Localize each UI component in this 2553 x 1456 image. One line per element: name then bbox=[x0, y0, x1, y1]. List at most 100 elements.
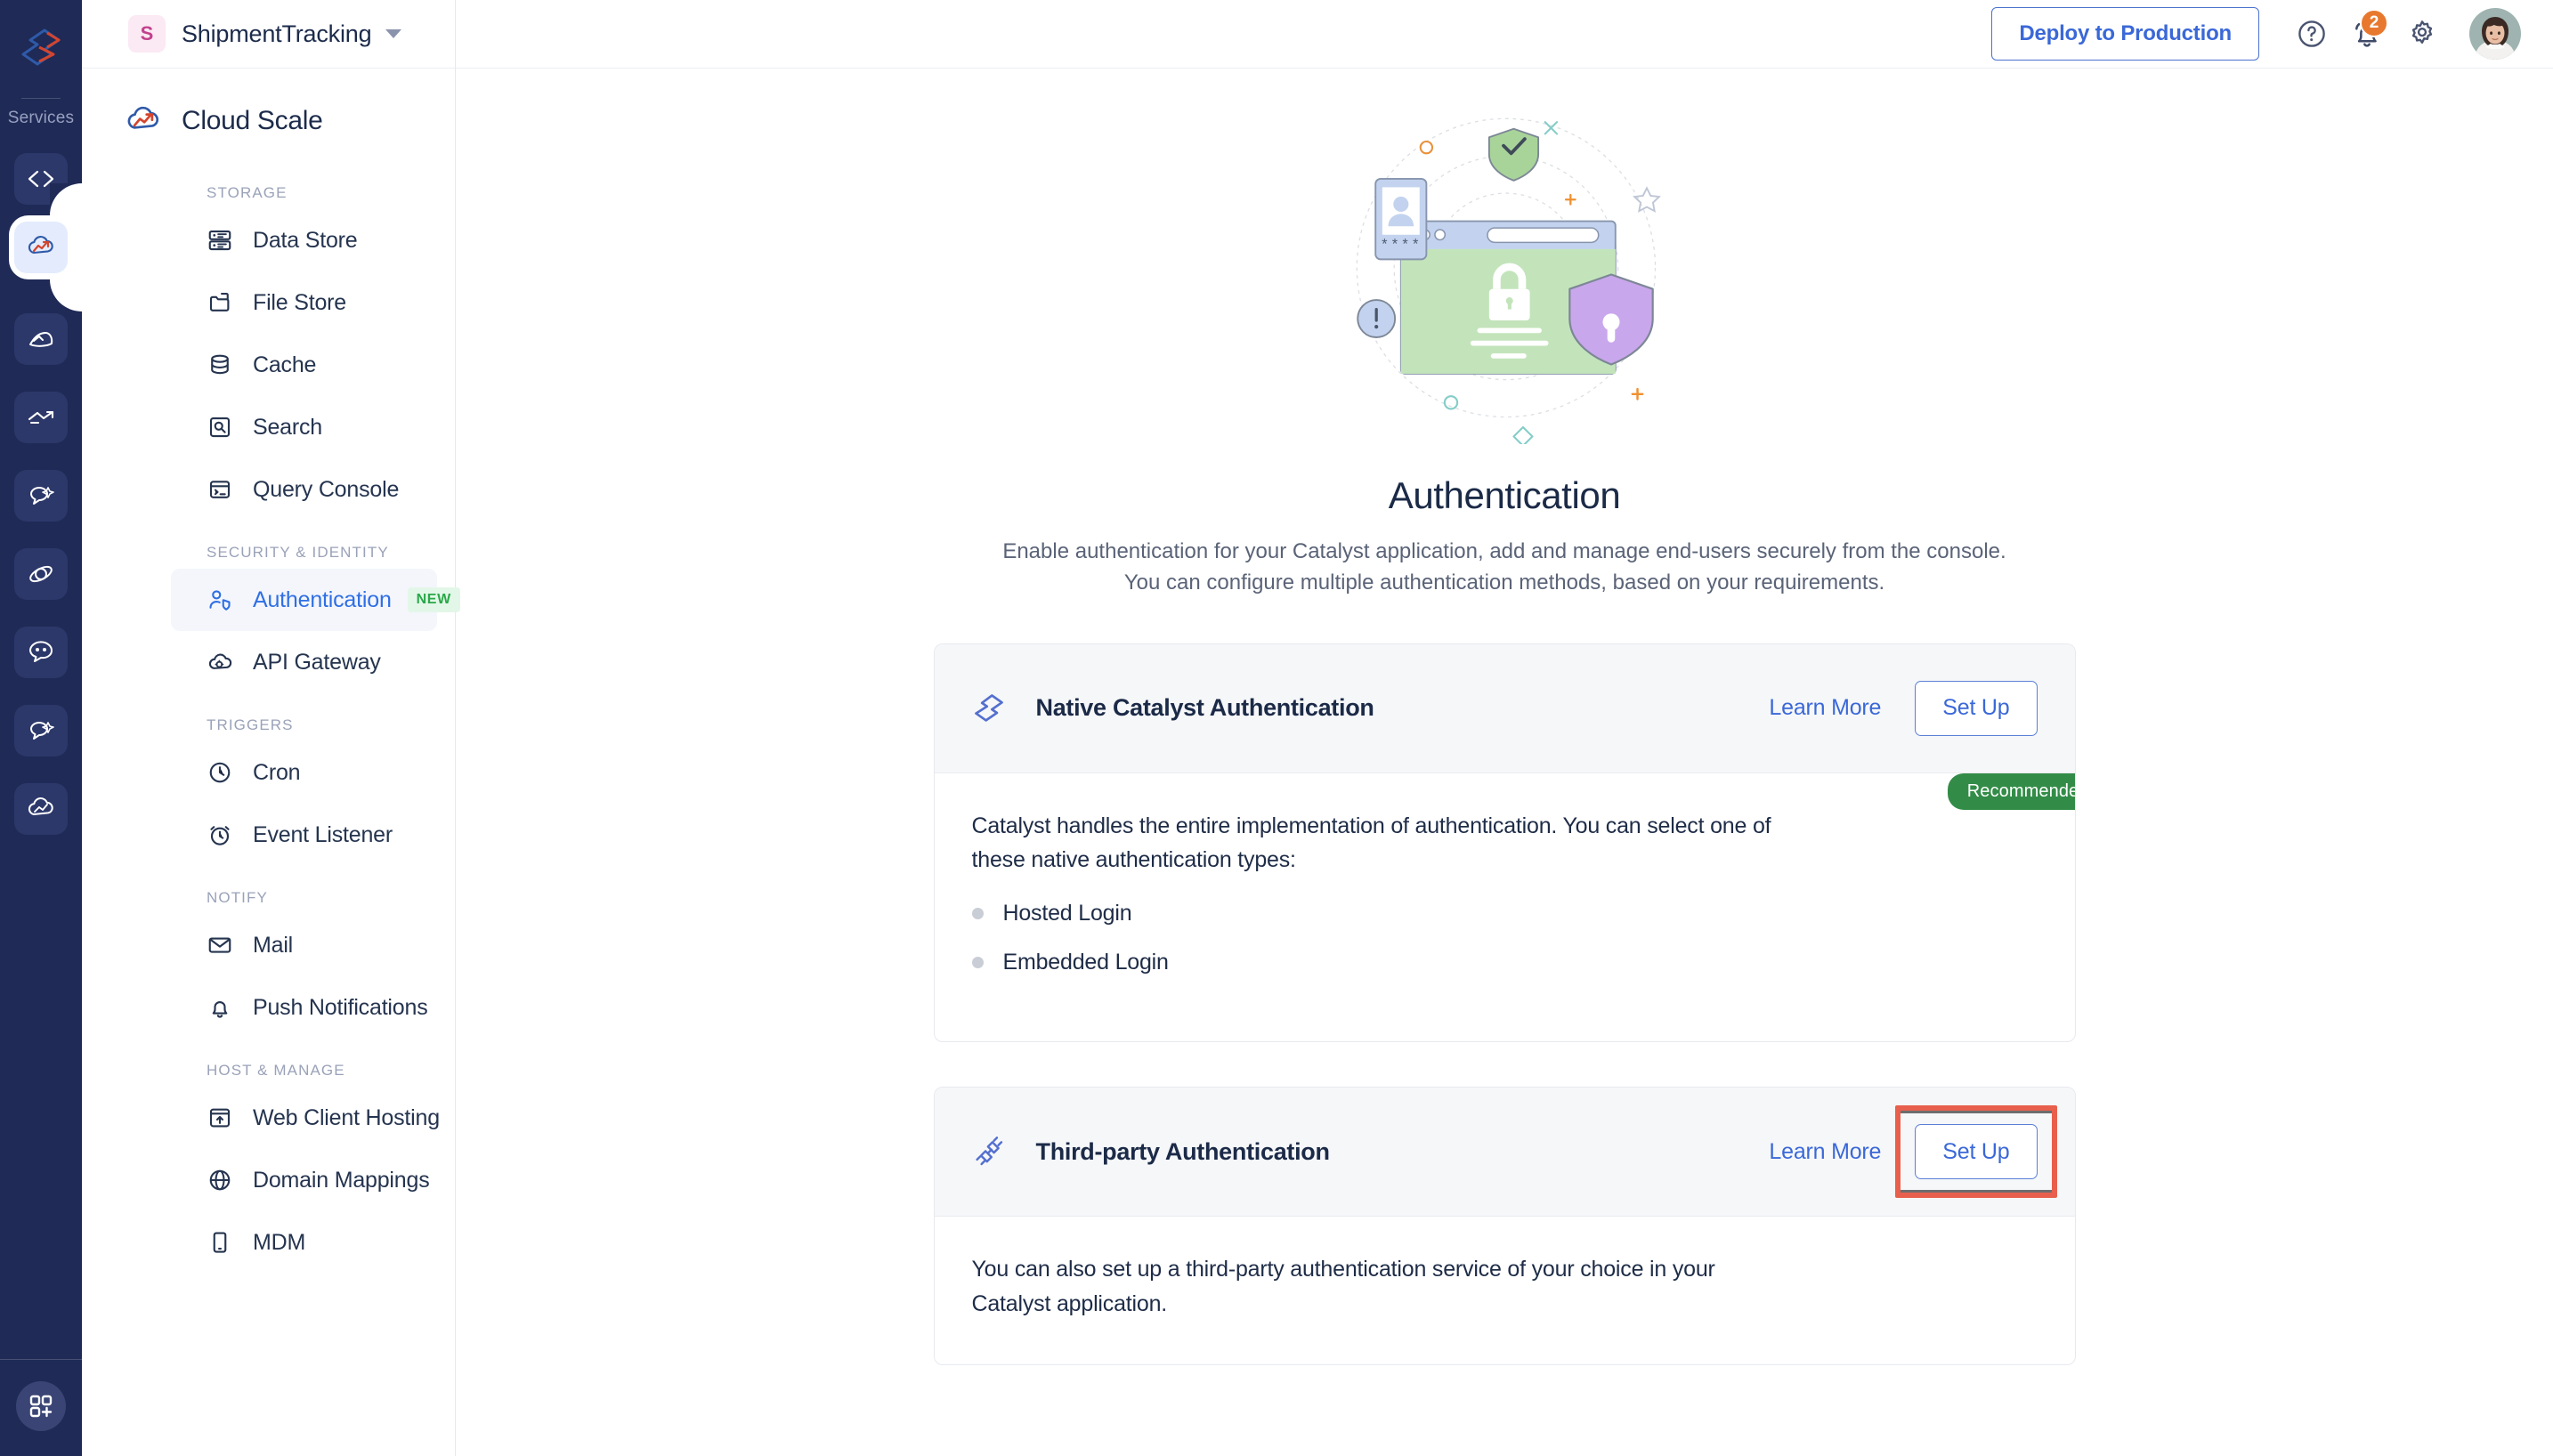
sidebar-item-label: Authentication bbox=[253, 587, 392, 613]
plug-connector-icon bbox=[972, 1135, 1017, 1169]
sidebar-item-api-gateway[interactable]: API Gateway bbox=[171, 631, 437, 693]
rail-item-orbit[interactable] bbox=[14, 548, 68, 600]
authentication-icon bbox=[207, 586, 237, 613]
sidebar-item-event-listener[interactable]: Event Listener bbox=[171, 804, 437, 866]
main-content: **** Authentication Enable authenticatio… bbox=[456, 69, 2553, 1456]
sidebar-item-label: Cron bbox=[253, 760, 300, 786]
sidebar-item-search[interactable]: Search bbox=[171, 396, 437, 458]
rail-item-chat-sparkle[interactable] bbox=[14, 470, 68, 522]
sidebar-item-label: Cache bbox=[253, 352, 316, 378]
sidebar-item-query-console[interactable]: Query Console bbox=[171, 458, 437, 521]
catalyst-logo-icon bbox=[972, 692, 1017, 725]
svg-text:****: **** bbox=[1381, 238, 1422, 254]
page-subtitle-line-2: You can configure multiple authenticatio… bbox=[456, 568, 2553, 599]
card-header: Native Catalyst Authentication Learn Mor… bbox=[935, 644, 2075, 773]
cloud-scale-icon bbox=[14, 222, 68, 273]
service-rail: Services bbox=[0, 0, 82, 1456]
sidebar-item-push-notifications[interactable]: Push Notifications bbox=[171, 976, 437, 1039]
setup-button-wrapper-highlighted: Set Up bbox=[1915, 1124, 2037, 1179]
help-circle-icon[interactable] bbox=[2284, 6, 2339, 61]
rail-item-chat-sparkle-2[interactable] bbox=[14, 705, 68, 756]
sidebar-item-data-store[interactable]: Data Store bbox=[171, 209, 437, 271]
bell-icon[interactable]: 2 bbox=[2339, 6, 2395, 61]
service-title: Cloud Scale bbox=[82, 69, 455, 161]
native-catalyst-authentication-card: Native Catalyst Authentication Learn Mor… bbox=[934, 643, 2076, 1043]
sidebar-item-file-store[interactable]: File Store bbox=[171, 271, 437, 334]
cron-icon bbox=[207, 759, 237, 786]
page-subtitle-line-1: Enable authentication for your Catalyst … bbox=[456, 537, 2553, 568]
card-title: Native Catalyst Authentication bbox=[1036, 694, 1374, 722]
rail-item-cloud-arrow[interactable] bbox=[14, 783, 68, 835]
card-description: You can also set up a third-party authen… bbox=[972, 1252, 1800, 1322]
sidebar-item-label: File Store bbox=[253, 290, 346, 316]
grid-add-icon[interactable] bbox=[16, 1381, 66, 1431]
notification-count-badge: 2 bbox=[2360, 9, 2388, 37]
sidebar-item-cache[interactable]: Cache bbox=[171, 334, 437, 396]
nav-group-security-title: SECURITY & IDENTITY bbox=[82, 521, 455, 569]
top-header: Deploy to Production 2 bbox=[456, 0, 2553, 69]
nav-group-triggers-title: TRIGGERS bbox=[82, 693, 455, 741]
page-title: Authentication bbox=[456, 474, 2553, 517]
sidebar-item-label: Search bbox=[253, 415, 322, 441]
rail-bottom-divider bbox=[0, 1359, 82, 1360]
deploy-to-production-button[interactable]: Deploy to Production bbox=[1991, 7, 2259, 61]
nav-group-storage-title: STORAGE bbox=[82, 161, 455, 209]
rail-item-analytics[interactable] bbox=[14, 313, 68, 365]
sidebar-item-label: MDM bbox=[253, 1230, 305, 1256]
cloud-scale-icon bbox=[125, 102, 162, 140]
sidebar-nav: STORAGE Data Store File Store Cache Sear… bbox=[82, 161, 455, 1309]
card-title: Third-party Authentication bbox=[1036, 1138, 1330, 1166]
rail-services-label: Services bbox=[0, 109, 82, 128]
third-party-authentication-card: Third-party Authentication Learn More Se… bbox=[934, 1087, 2076, 1365]
sidebar-item-label: API Gateway bbox=[253, 650, 381, 675]
set-up-button[interactable]: Set Up bbox=[1915, 681, 2037, 736]
rail-item-cloud-scale[interactable] bbox=[0, 215, 82, 279]
authentication-security-illustration: **** bbox=[456, 69, 2553, 444]
sidebar-item-domain-mappings[interactable]: Domain Mappings bbox=[171, 1149, 437, 1211]
gear-icon[interactable] bbox=[2395, 6, 2450, 61]
list-item[interactable]: Embedded Login bbox=[972, 950, 2038, 975]
sidebar: S ShipmentTracking Cloud Scale STORAGE D… bbox=[82, 0, 456, 1456]
catalyst-brand-logo[interactable] bbox=[0, 0, 82, 96]
avatar[interactable] bbox=[2469, 8, 2521, 60]
sidebar-item-mdm[interactable]: MDM bbox=[171, 1211, 437, 1274]
web-client-hosting-icon bbox=[207, 1104, 237, 1131]
card-description: Catalyst handles the entire implementati… bbox=[972, 809, 1800, 878]
sidebar-item-mail[interactable]: Mail bbox=[171, 914, 437, 976]
set-up-button[interactable]: Set Up bbox=[1915, 1124, 2037, 1179]
sidebar-item-web-client-hosting[interactable]: Web Client Hosting bbox=[171, 1087, 437, 1149]
nav-group-host-title: HOST & MANAGE bbox=[82, 1039, 455, 1087]
page-subtitle: Enable authentication for your Catalyst … bbox=[456, 537, 2553, 599]
card-body: You can also set up a third-party authen… bbox=[935, 1217, 2075, 1364]
nav-group-notify-title: NOTIFY bbox=[82, 866, 455, 914]
app-name: ShipmentTracking bbox=[182, 20, 371, 48]
auth-types-list: Hosted Login Embedded Login bbox=[972, 901, 2038, 975]
mail-icon bbox=[207, 932, 237, 959]
sidebar-item-label: Query Console bbox=[253, 477, 399, 503]
app-switcher[interactable]: S ShipmentTracking bbox=[82, 0, 455, 69]
sidebar-item-label: Domain Mappings bbox=[253, 1168, 430, 1193]
recommended-badge: Recommended bbox=[1948, 773, 2076, 810]
sidebar-item-authentication[interactable]: Authentication NEW bbox=[171, 569, 437, 631]
push-notifications-icon bbox=[207, 994, 237, 1021]
learn-more-link[interactable]: Learn More bbox=[1769, 695, 1881, 721]
file-store-icon bbox=[207, 289, 237, 316]
list-item[interactable]: Hosted Login bbox=[972, 901, 2038, 926]
mdm-icon bbox=[207, 1229, 237, 1256]
rail-active-corner-top bbox=[50, 183, 82, 215]
card-header: Third-party Authentication Learn More Se… bbox=[935, 1088, 2075, 1217]
sidebar-item-label: Event Listener bbox=[253, 822, 393, 848]
rail-item-bot-chat[interactable] bbox=[14, 627, 68, 678]
cache-icon bbox=[207, 352, 237, 378]
query-console-icon bbox=[207, 476, 237, 503]
chevron-down-icon[interactable] bbox=[385, 29, 401, 38]
rail-divider bbox=[21, 98, 61, 99]
setup-button-wrapper: Set Up bbox=[1915, 681, 2037, 736]
rail-item-flow[interactable] bbox=[14, 392, 68, 443]
domain-mappings-icon bbox=[207, 1167, 237, 1193]
learn-more-link[interactable]: Learn More bbox=[1769, 1139, 1881, 1165]
sidebar-item-label: Mail bbox=[253, 933, 293, 959]
api-gateway-icon bbox=[207, 649, 237, 675]
sidebar-item-cron[interactable]: Cron bbox=[171, 741, 437, 804]
new-badge: NEW bbox=[408, 587, 460, 612]
